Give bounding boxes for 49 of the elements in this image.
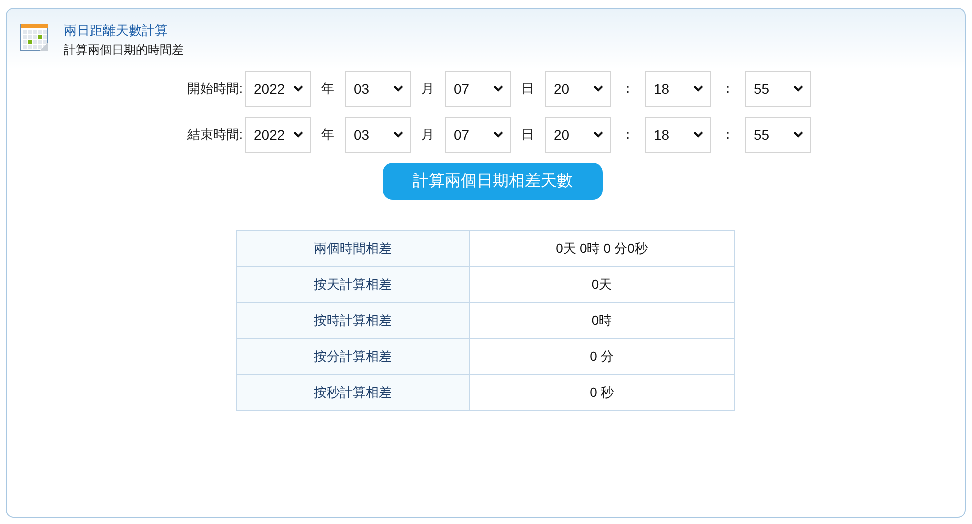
chevron-down-icon — [393, 131, 404, 139]
time-label: 開始時間: — [186, 80, 243, 98]
result-label: 按分計算相差 — [236, 338, 470, 374]
chevron-down-icon — [693, 85, 704, 93]
dropdown[interactable]: 03 — [345, 71, 411, 107]
calendar-icon — [20, 23, 50, 53]
dropdown[interactable]: 55 — [745, 71, 811, 107]
dropdown[interactable]: 07 — [445, 71, 511, 107]
dropdown[interactable]: 20 — [545, 117, 611, 153]
unit-label: 日 — [520, 126, 536, 144]
unit-label: ： — [720, 126, 736, 144]
dropdown[interactable]: 55 — [745, 117, 811, 153]
chevron-down-icon — [593, 131, 604, 139]
page-subtitle: 計算兩個日期的時間差 — [64, 43, 184, 57]
result-value: 0天 — [470, 266, 734, 302]
chevron-down-icon — [493, 131, 504, 139]
unit-label: ： — [620, 126, 636, 144]
unit-label: 日 — [520, 80, 536, 98]
page-title: 兩日距離天數計算 — [64, 23, 169, 39]
result-value: 0時 — [470, 302, 734, 338]
dropdown[interactable]: 2022 — [245, 117, 311, 153]
dropdown[interactable]: 03 — [345, 117, 411, 153]
dropdown[interactable]: 07 — [445, 117, 511, 153]
dropdown[interactable]: 20 — [545, 71, 611, 107]
chevron-down-icon — [693, 131, 704, 139]
result-label: 按天計算相差 — [236, 266, 470, 302]
unit-label: ： — [720, 80, 736, 98]
chevron-down-icon — [393, 85, 404, 93]
chevron-down-icon — [293, 85, 304, 93]
result-label: 按時計算相差 — [236, 302, 470, 338]
chevron-down-icon — [793, 85, 804, 93]
unit-label: 月 — [420, 126, 436, 144]
result-label: 按秒計算相差 — [236, 374, 470, 410]
result-value: 0天 0時 0 分0秒 — [470, 230, 734, 266]
unit-label: 月 — [420, 80, 436, 98]
chevron-down-icon — [493, 85, 504, 93]
unit-label: 年 — [320, 126, 336, 144]
chevron-down-icon — [293, 131, 304, 139]
chevron-down-icon — [793, 131, 804, 139]
dropdown[interactable]: 2022 — [245, 71, 311, 107]
result-label: 兩個時間相差 — [236, 230, 470, 266]
dropdown[interactable]: 18 — [645, 71, 711, 107]
chevron-down-icon — [593, 85, 604, 93]
result-value: 0 分 — [470, 338, 734, 374]
unit-label: ： — [620, 80, 636, 98]
result-value: 0 秒 — [470, 374, 734, 410]
dropdown[interactable]: 18 — [645, 117, 711, 153]
time-label: 結束時間: — [186, 126, 243, 144]
unit-label: 年 — [320, 80, 336, 98]
